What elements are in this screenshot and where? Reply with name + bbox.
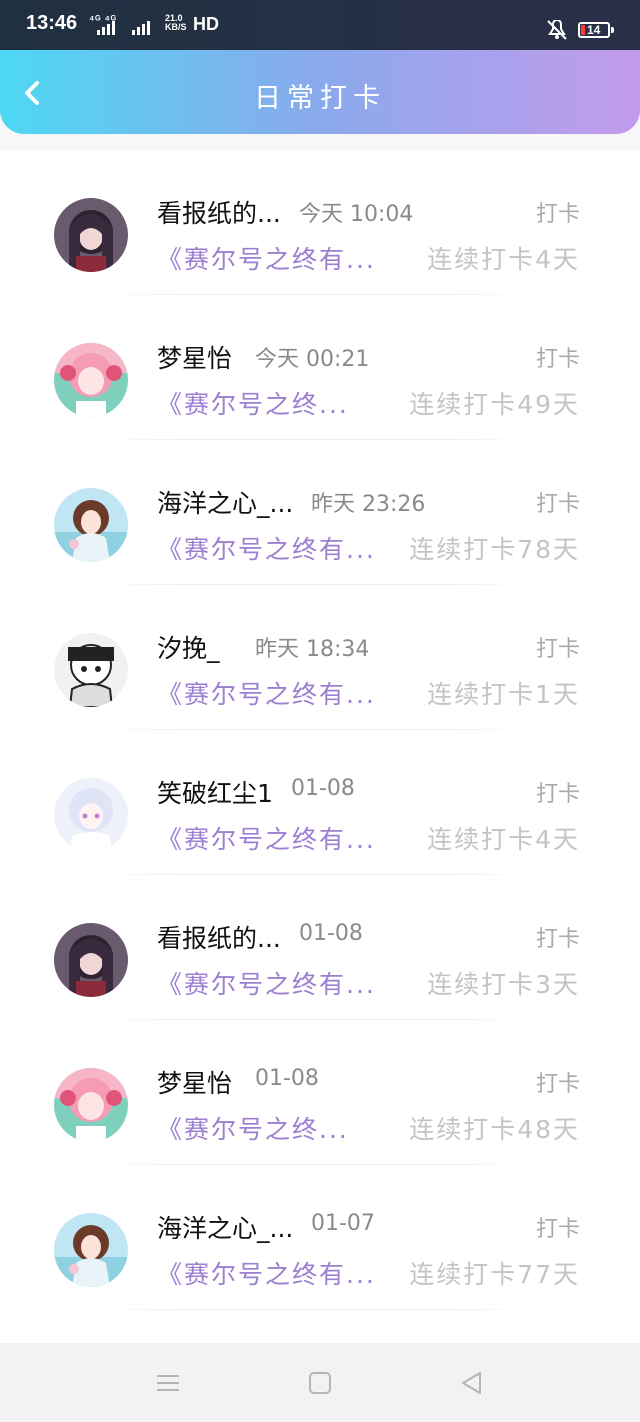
checkin-label: 打卡	[535, 347, 580, 372]
user-name[interactable]: 梦星怡	[157, 1064, 232, 1100]
divider	[100, 294, 530, 295]
list-item[interactable]: 梦星怡 01-08 打卡《赛尔号之终... 连续打卡48天	[0, 1064, 640, 1209]
avatar[interactable]	[54, 1213, 128, 1287]
page-header: 日常打卡	[0, 50, 640, 134]
checkin-time: 今天 10:04	[299, 202, 414, 227]
streak-count: 连续打卡49天	[409, 390, 580, 419]
mute-icon	[547, 20, 567, 40]
streak-count: 连续打卡1天	[427, 680, 580, 709]
battery-icon: 14	[578, 22, 610, 38]
status-bar: 13:46 ⁴ᴳ ⁴ᴳ 21.0 KB/S HD 14	[0, 0, 640, 50]
avatar[interactable]	[54, 343, 128, 417]
checkin-time: 01-07	[311, 1211, 375, 1236]
checkin-time: 01-08	[291, 776, 355, 801]
checkin-label: 打卡	[535, 782, 580, 807]
user-name[interactable]: 笑破红尘1	[157, 774, 273, 810]
user-name[interactable]: 海洋之心_...	[157, 484, 293, 520]
book-title-link[interactable]: 《赛尔号之终有...	[157, 965, 376, 1001]
checkin-time: 昨天 18:34	[255, 637, 370, 662]
menu-icon[interactable]	[154, 1369, 182, 1397]
battery-level: 14	[587, 23, 601, 37]
divider	[100, 1019, 530, 1020]
book-title-link[interactable]: 《赛尔号之终有...	[157, 240, 376, 276]
streak-count: 连续打卡4天	[427, 245, 580, 274]
checkin-label: 打卡	[535, 492, 580, 517]
book-title-link[interactable]: 《赛尔号之终...	[157, 385, 349, 421]
checkin-label: 打卡	[535, 1217, 580, 1242]
list-item[interactable]: 笑破红尘1 01-08 打卡《赛尔号之终有... 连续打卡4天	[0, 774, 640, 919]
list-item[interactable]: 海洋之心_... 01-07 打卡《赛尔号之终有... 连续打卡77天	[0, 1209, 640, 1354]
avatar[interactable]	[54, 633, 128, 707]
divider	[100, 1164, 530, 1165]
divider	[100, 584, 530, 585]
status-time: 13:46	[26, 12, 78, 34]
user-name[interactable]: 梦星怡	[157, 339, 232, 375]
network-type: ⁴ᴳ ⁴ᴳ	[89, 14, 117, 26]
list-item[interactable]: 梦星怡 今天 00:21 打卡《赛尔号之终... 连续打卡49天	[0, 339, 640, 484]
checkin-label: 打卡	[535, 1072, 580, 1097]
network-speed: 21.0 KB/S	[165, 13, 187, 32]
avatar[interactable]	[54, 488, 128, 562]
square-home-icon[interactable]	[306, 1369, 334, 1397]
hd-indicator: HD	[193, 14, 219, 34]
user-name[interactable]: 看报纸的...	[157, 919, 281, 955]
book-title-link[interactable]: 《赛尔号之终有...	[157, 820, 376, 856]
checkin-time: 01-08	[299, 921, 363, 946]
avatar[interactable]	[54, 778, 128, 852]
divider	[100, 439, 530, 440]
list-item[interactable]: 汐挽_ 昨天 18:34 打卡《赛尔号之终有... 连续打卡1天	[0, 629, 640, 774]
book-title-link[interactable]: 《赛尔号之终...	[157, 1110, 349, 1146]
streak-count: 连续打卡48天	[409, 1115, 580, 1144]
checkin-label: 打卡	[535, 202, 580, 227]
list-item[interactable]: 看报纸的... 今天 10:04 打卡《赛尔号之终有... 连续打卡4天	[0, 194, 640, 339]
checkin-time: 今天 00:21	[255, 347, 370, 372]
checkin-label: 打卡	[535, 927, 580, 952]
signal-icon-2	[132, 21, 150, 35]
user-name[interactable]: 看报纸的...	[157, 194, 281, 230]
checkin-time: 昨天 23:26	[311, 492, 426, 517]
page-title: 日常打卡	[254, 83, 386, 114]
streak-count: 连续打卡77天	[409, 1260, 580, 1289]
avatar[interactable]	[54, 1068, 128, 1142]
list-item[interactable]: 看报纸的... 01-08 打卡《赛尔号之终有... 连续打卡3天	[0, 919, 640, 1064]
book-title-link[interactable]: 《赛尔号之终有...	[157, 675, 376, 711]
book-title-link[interactable]: 《赛尔号之终有...	[157, 530, 376, 566]
list-item[interactable]: 海洋之心_... 昨天 23:26 打卡《赛尔号之终有... 连续打卡78天	[0, 484, 640, 629]
avatar[interactable]	[54, 923, 128, 997]
streak-count: 连续打卡4天	[427, 825, 580, 854]
system-nav-bar	[0, 1343, 640, 1422]
avatar[interactable]	[54, 198, 128, 272]
divider	[100, 729, 530, 730]
triangle-back-icon[interactable]	[458, 1369, 486, 1397]
user-name[interactable]: 海洋之心_...	[157, 1209, 293, 1245]
divider	[100, 1309, 530, 1310]
checkin-label: 打卡	[535, 637, 580, 662]
divider	[100, 874, 530, 875]
checkin-time: 01-08	[255, 1066, 319, 1091]
streak-count: 连续打卡3天	[427, 970, 580, 999]
user-name[interactable]: 汐挽_	[157, 629, 220, 665]
streak-count: 连续打卡78天	[409, 535, 580, 564]
checkin-list: 看报纸的... 今天 10:04 打卡 《赛尔号之终有... 连续打卡4天 梦星怡 今天 0…	[0, 150, 640, 1343]
book-title-link[interactable]: 《赛尔号之终有...	[157, 1255, 376, 1291]
